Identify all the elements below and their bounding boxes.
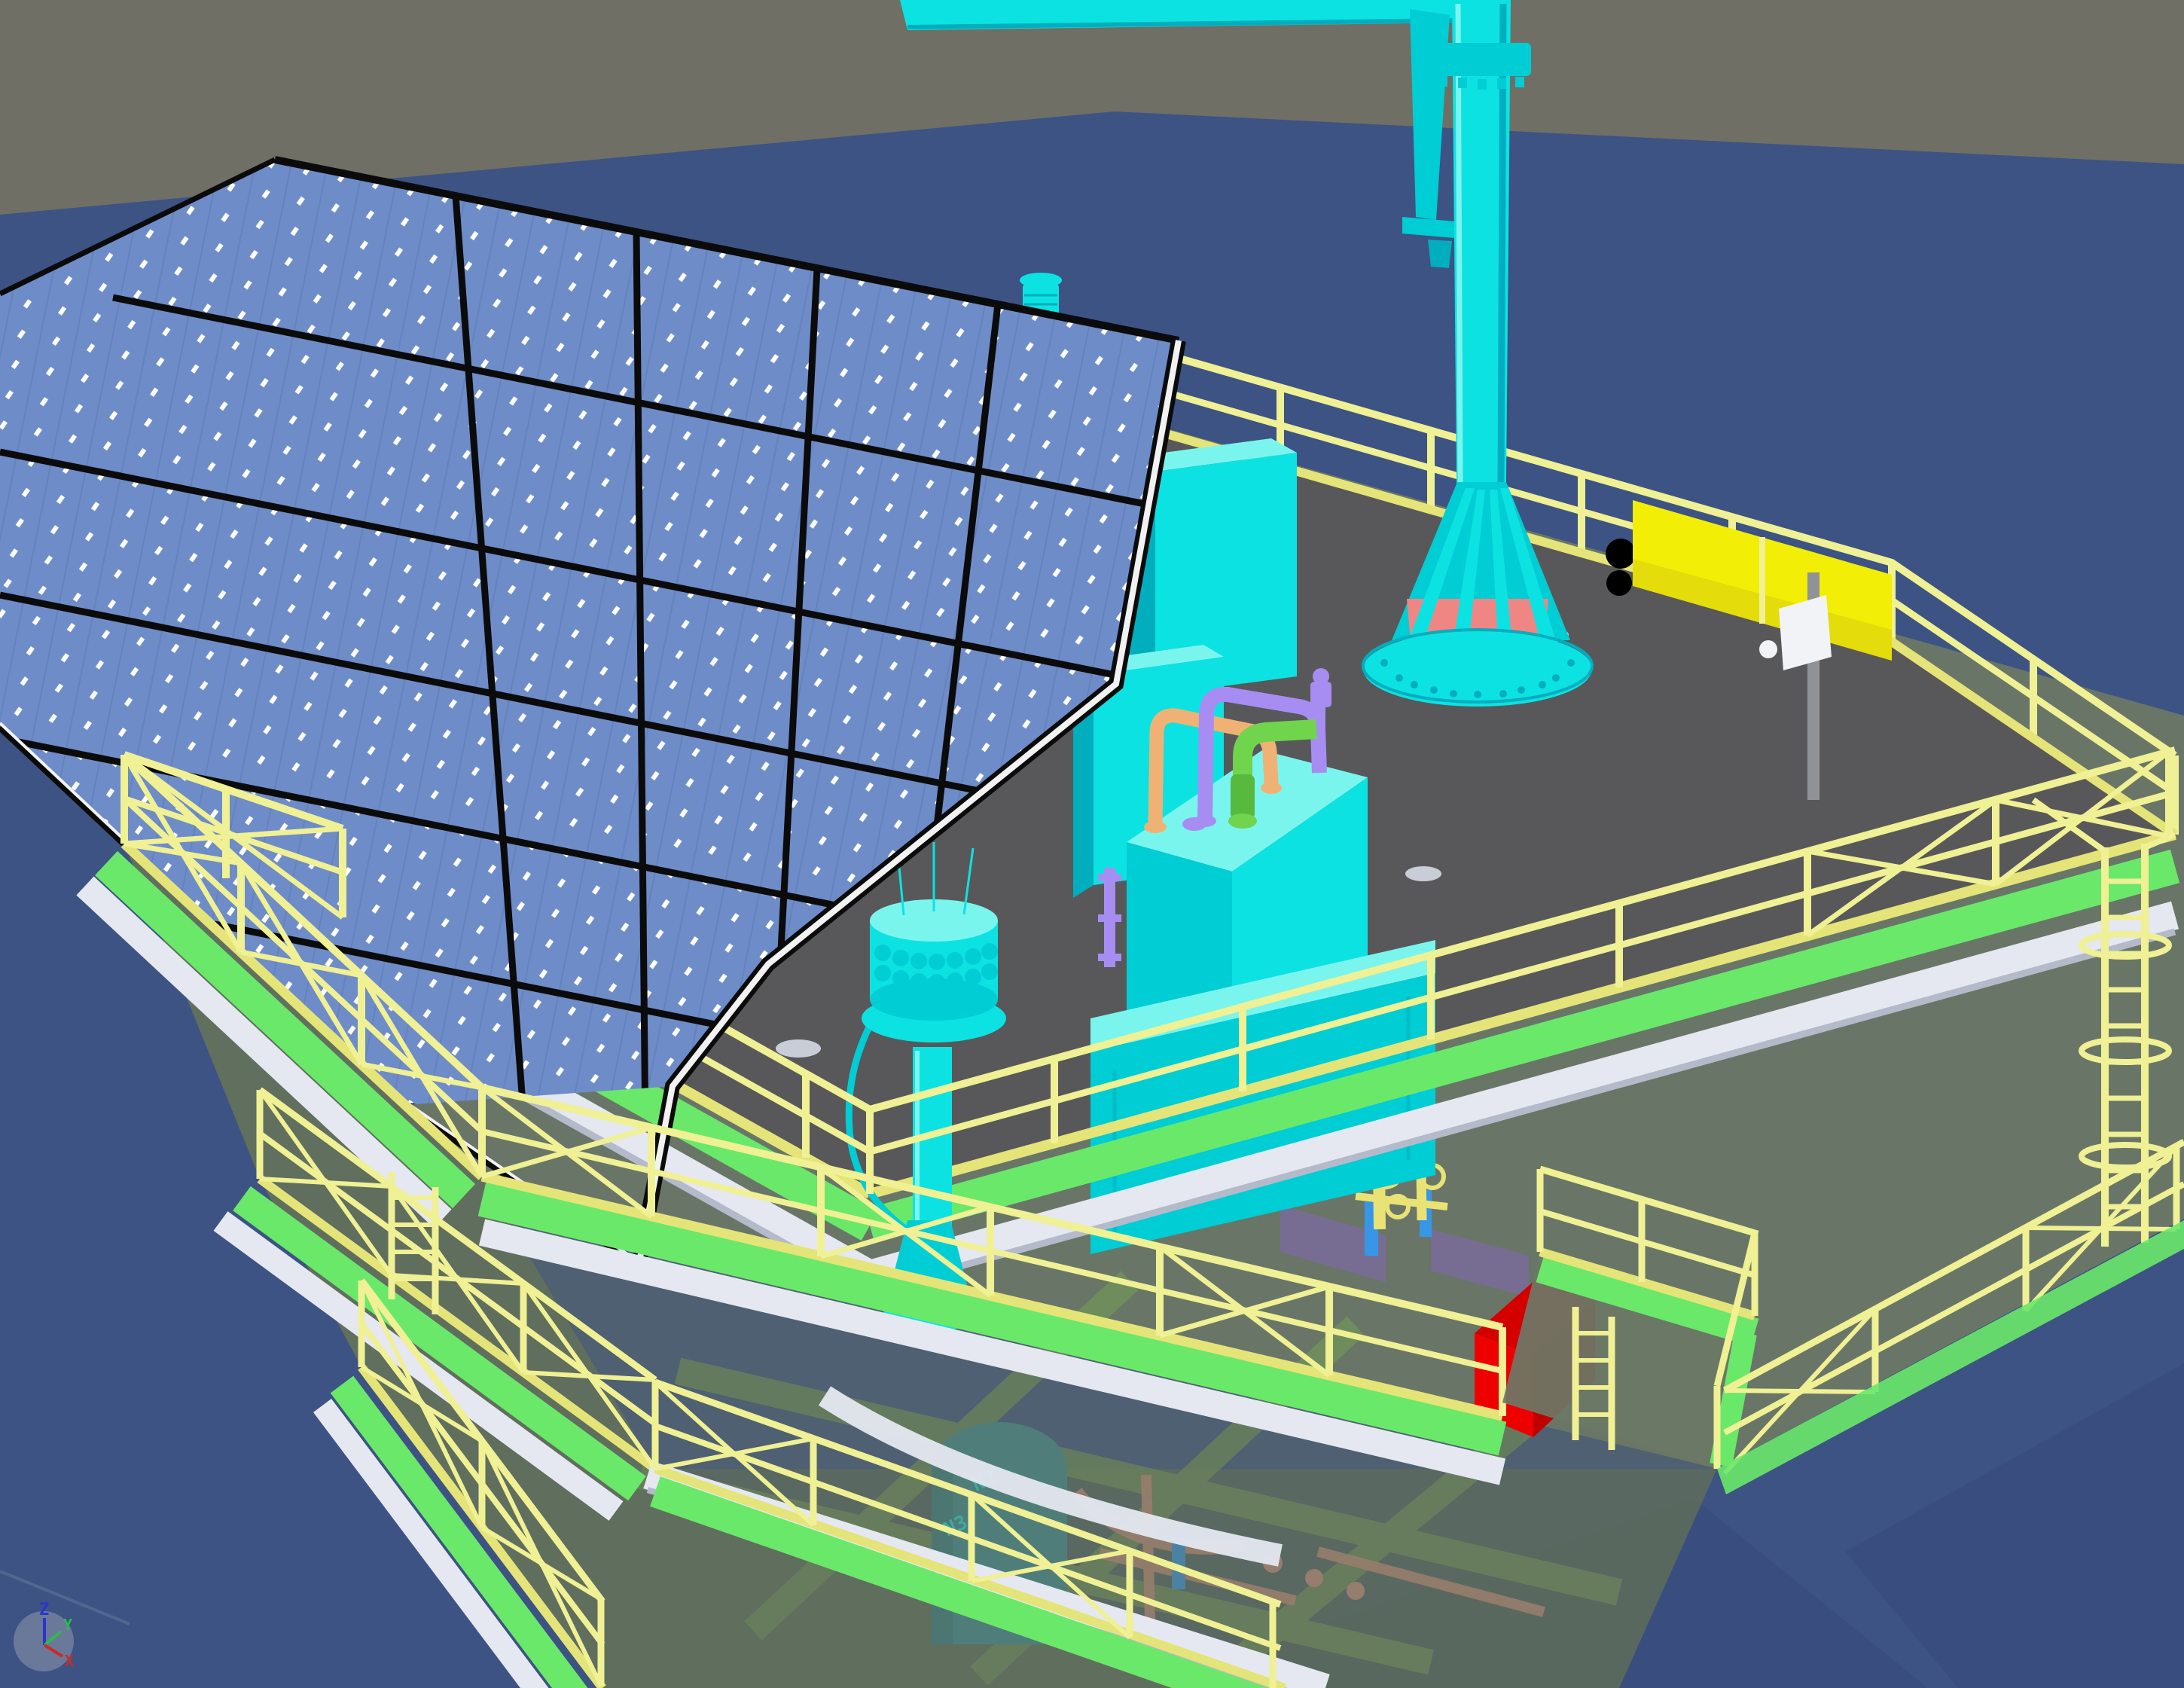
orange-pipe-flange <box>1144 821 1167 833</box>
viewer-viewport[interactable]: N2 N3 <box>0 0 2184 1688</box>
deck-penetration <box>1405 866 1441 881</box>
deck-penetration <box>776 1039 821 1058</box>
purple-top-flange <box>1182 817 1206 831</box>
y-axis-label: Y <box>63 1616 72 1634</box>
crane-hook <box>1428 240 1452 268</box>
z-axis-label: Z <box>39 1601 49 1619</box>
green-pipe-flange <box>1228 813 1257 829</box>
green-valve-body <box>1231 774 1255 820</box>
pedestal-collar <box>1433 43 1531 76</box>
orange-pipe-flange <box>1261 782 1282 794</box>
x-axis-label: X <box>65 1652 74 1670</box>
